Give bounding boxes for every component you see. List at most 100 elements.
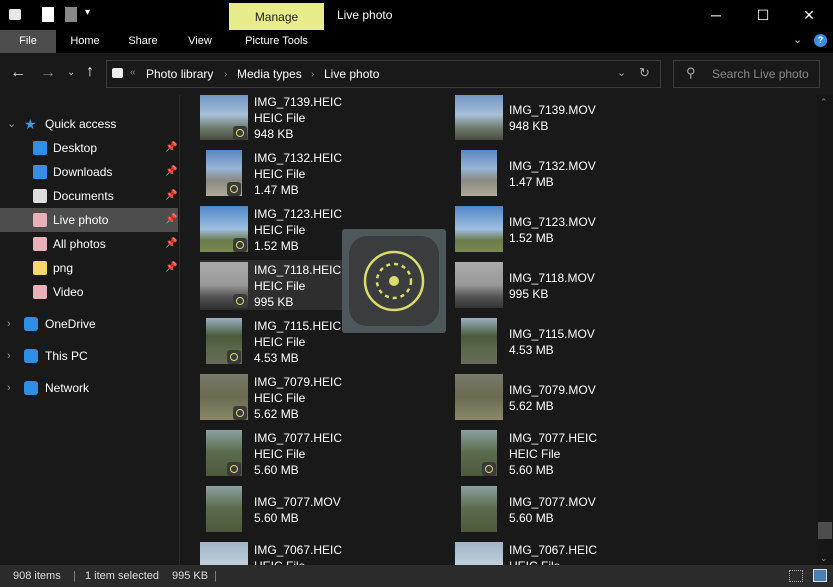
tab-manage[interactable]: Manage: [229, 3, 324, 30]
thumbnail: [461, 318, 497, 364]
file-name: IMG_7067.HEIC: [254, 543, 343, 557]
tab-home[interactable]: Home: [60, 30, 110, 53]
address-dropdown-icon[interactable]: ⌄: [617, 66, 626, 79]
file-item[interactable]: IMG_7118.MOV 995 KB: [455, 260, 605, 310]
file-item[interactable]: IMG_7139.HEIC HEIC File 948 KB: [200, 95, 350, 142]
live-photo-badge-icon: [233, 238, 247, 252]
breadcrumb-media-types[interactable]: Media types: [237, 67, 302, 81]
nav-item-live-photo[interactable]: Live photo 📌: [0, 208, 178, 232]
file-item[interactable]: IMG_7132.MOV 1.47 MB: [455, 148, 605, 198]
file-item[interactable]: IMG_7079.MOV 5.62 MB: [455, 372, 605, 422]
file-info: IMG_7118.MOV 995 KB: [509, 270, 595, 302]
back-button[interactable]: ←: [10, 64, 26, 82]
file-item[interactable]: IMG_7067.HEICHEIC File: [455, 540, 605, 565]
minimize-button[interactable]: ─: [693, 0, 739, 30]
tab-view[interactable]: View: [178, 30, 222, 53]
file-item[interactable]: IMG_7123.MOV 1.52 MB: [455, 204, 605, 254]
thumbnail: [461, 486, 497, 532]
nav-item-video[interactable]: Video: [0, 280, 178, 304]
nav-item-downloads[interactable]: Downloads 📌: [0, 160, 178, 184]
pin-icon[interactable]: 📌: [165, 184, 177, 208]
file-name: IMG_7067.HEIC: [509, 543, 598, 557]
chevron-right-icon[interactable]: ›: [7, 376, 11, 400]
file-info: IMG_7077.HEIC HEIC File 5.60 MB: [509, 430, 597, 478]
file-size: 995 KB: [254, 295, 294, 309]
refresh-icon[interactable]: ↻: [639, 65, 650, 81]
pin-icon[interactable]: 📌: [165, 208, 177, 232]
maximize-button[interactable]: ☐: [740, 0, 786, 30]
breadcrumb-live-photo[interactable]: Live photo: [324, 67, 379, 81]
new-folder-icon[interactable]: [65, 7, 77, 22]
live-photo-badge-icon: [233, 406, 247, 420]
file-size: 1.52 MB: [254, 239, 299, 253]
nav-label: OneDrive: [45, 317, 96, 331]
download-icon: [33, 165, 47, 179]
nav-item-onedrive[interactable]: › OneDrive: [0, 312, 178, 336]
file-info: IMG_7077.HEIC HEIC File 5.60 MB: [254, 430, 342, 478]
nav-label: All photos: [53, 237, 106, 251]
pin-icon[interactable]: 📌: [165, 136, 177, 160]
file-name: IMG_7118.MOV: [509, 271, 595, 285]
tab-picture-tools[interactable]: Picture Tools: [229, 30, 324, 53]
file-item[interactable]: IMG_7139.MOV 948 KB: [455, 95, 605, 142]
file-item[interactable]: IMG_7067.HEICHEIC File: [200, 540, 350, 565]
scrollbar-thumb[interactable]: [818, 522, 832, 539]
star-icon: ★: [24, 116, 37, 132]
scroll-up-arrow[interactable]: ⌃: [820, 97, 828, 108]
pin-icon[interactable]: 📌: [165, 160, 177, 184]
help-icon[interactable]: ?: [814, 34, 827, 47]
tab-file[interactable]: File: [0, 30, 56, 53]
chevron-right-icon[interactable]: ›: [7, 312, 11, 336]
large-icons-view-button[interactable]: [813, 569, 827, 582]
file-item[interactable]: IMG_7123.HEIC HEIC File 1.52 MB: [200, 204, 350, 254]
file-name: IMG_7079.HEIC: [254, 375, 343, 389]
pin-icon[interactable]: 📌: [165, 256, 177, 280]
breadcrumb-overflow[interactable]: «: [130, 67, 136, 78]
file-type: HEIC File: [254, 167, 306, 181]
nav-item-this-pc[interactable]: › This PC: [0, 344, 178, 368]
expand-ribbon-icon[interactable]: ⌄: [793, 33, 802, 46]
details-view-button[interactable]: [789, 570, 803, 582]
scroll-down-arrow[interactable]: ⌄: [820, 553, 828, 564]
breadcrumb-separator: ›: [224, 69, 228, 80]
pin-icon[interactable]: 📌: [165, 232, 177, 256]
scrollbar[interactable]: [817, 95, 833, 565]
file-item[interactable]: IMG_7115.HEIC HEIC File 4.53 MB: [200, 316, 350, 366]
file-item[interactable]: IMG_7077.HEIC HEIC File 5.60 MB: [455, 428, 605, 478]
network-icon: [24, 381, 38, 395]
breadcrumb-photo-library[interactable]: Photo library: [146, 67, 213, 81]
up-button[interactable]: ↑: [86, 63, 94, 81]
file-info: IMG_7118.HEIC HEIC File 995 KB: [254, 262, 341, 310]
nav-item-network[interactable]: › Network: [0, 376, 178, 400]
file-type: HEIC File: [254, 279, 306, 293]
file-item[interactable]: IMG_7077.HEIC HEIC File 5.60 MB: [200, 428, 350, 478]
nav-item-documents[interactable]: Documents 📌: [0, 184, 178, 208]
file-item[interactable]: IMG_7115.MOV 4.53 MB: [455, 316, 605, 366]
chevron-down-icon[interactable]: ⌄: [7, 112, 16, 136]
file-item[interactable]: IMG_7077.MOV 5.60 MB: [200, 484, 350, 534]
recent-locations-button[interactable]: ⌄: [67, 67, 75, 78]
nav-item-desktop[interactable]: Desktop 📌: [0, 136, 178, 160]
chevron-right-icon[interactable]: ›: [7, 344, 11, 368]
live-photo-badge-icon: [227, 462, 241, 476]
forward-button[interactable]: →: [40, 64, 56, 82]
file-type: HEIC File: [254, 558, 342, 565]
nav-item-png[interactable]: png 📌: [0, 256, 178, 280]
desktop-icon: [33, 141, 47, 155]
file-item[interactable]: IMG_7077.MOV 5.60 MB: [455, 484, 605, 534]
file-size: 948 KB: [509, 119, 549, 133]
file-item[interactable]: IMG_7079.HEIC HEIC File 5.62 MB: [200, 372, 350, 422]
file-info: IMG_7067.HEICHEIC File: [254, 542, 342, 565]
nav-quick-access[interactable]: ⌄ ★ Quick access: [0, 112, 178, 136]
status-bar: 908 items | 1 item selected 995 KB |: [0, 565, 833, 587]
file-item[interactable]: IMG_7132.HEIC HEIC File 1.47 MB: [200, 148, 350, 198]
file-size: 4.53 MB: [509, 343, 554, 357]
search-icon: ⚲: [686, 65, 696, 80]
nav-item-all-photos[interactable]: All photos 📌: [0, 232, 178, 256]
properties-icon[interactable]: [42, 7, 54, 22]
tab-share[interactable]: Share: [120, 30, 166, 53]
close-button[interactable]: ✕: [786, 0, 832, 30]
file-item[interactable]: IMG_7118.HEIC HEIC File 995 KB: [200, 260, 342, 310]
customize-toolbar-icon[interactable]: ▾: [85, 7, 90, 18]
live-photo-badge-icon: [227, 350, 241, 364]
